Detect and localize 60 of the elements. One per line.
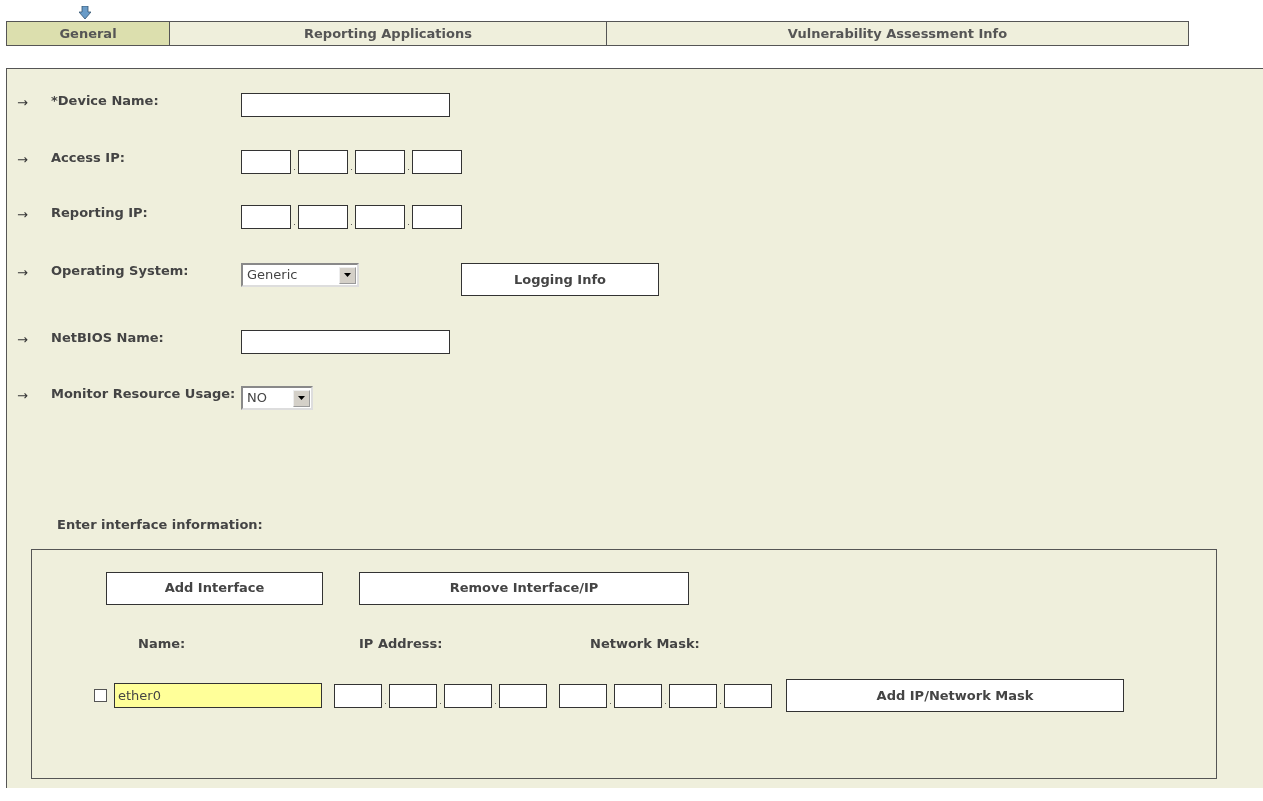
ip-octet-field[interactable]: [241, 150, 291, 174]
column-header: Network Mask:: [590, 634, 701, 653]
separator-dot: .: [406, 217, 411, 229]
separator-dot: .: [292, 217, 297, 229]
arrow-icon: →: [17, 205, 51, 225]
field-label: NetBIOS Name:: [51, 330, 165, 346]
ip-octet-field[interactable]: [614, 683, 662, 708]
dropdown[interactable]: Generic: [241, 263, 359, 287]
caret-icon: [298, 396, 305, 400]
column-header: Name:: [138, 634, 187, 653]
separator-dot: .: [349, 217, 354, 229]
text-field[interactable]: [241, 330, 450, 354]
action-button[interactable]: Add Interface: [106, 571, 323, 605]
ip-octet-field[interactable]: [298, 205, 348, 229]
separator-dot: .: [383, 695, 388, 708]
separator-dot: .: [292, 162, 297, 174]
ip-octet-field[interactable]: [389, 683, 437, 708]
tab[interactable]: General: [7, 22, 170, 45]
tab[interactable]: Reporting Applications: [170, 22, 607, 45]
action-button[interactable]: Remove Interface/IP: [359, 571, 689, 605]
field-label: Reporting IP:: [51, 205, 149, 221]
logging-info-button[interactable]: Logging Info: [461, 263, 659, 296]
add-ip-button[interactable]: Add IP/Network Mask: [786, 679, 1124, 712]
ip-octet-field[interactable]: [669, 683, 717, 708]
name-field[interactable]: ether0: [114, 683, 322, 708]
arrow-icon: →: [17, 150, 51, 170]
ip-octet-field[interactable]: [412, 150, 462, 174]
ip-octet-field[interactable]: [499, 683, 547, 708]
arrow-icon: →: [17, 386, 51, 406]
separator-dot: .: [608, 695, 613, 708]
separator-dot: .: [663, 695, 668, 708]
tab[interactable]: Vulnerability Assessment Info: [607, 22, 1188, 45]
field-label: Monitor Resource Usage:: [51, 386, 237, 402]
text-field[interactable]: [241, 93, 450, 117]
arrow-icon: →: [17, 330, 51, 350]
separator-dot: .: [349, 162, 354, 174]
column-header: IP Address:: [359, 634, 444, 653]
ip-octet-field[interactable]: [355, 205, 405, 229]
separator-dot: .: [438, 695, 443, 708]
ip-octet-field[interactable]: [444, 683, 492, 708]
ip-octet-field[interactable]: [724, 683, 772, 708]
checkbox[interactable]: [94, 689, 107, 702]
ip-octet-field[interactable]: [241, 205, 291, 229]
dropdown[interactable]: NO: [241, 386, 313, 410]
separator-dot: .: [718, 695, 723, 708]
ip-octet-field[interactable]: [298, 150, 348, 174]
ip-octet-field[interactable]: [334, 683, 382, 708]
ip-octet-field[interactable]: [412, 205, 462, 229]
separator-dot: .: [406, 162, 411, 174]
field-label: Operating System:: [51, 263, 190, 279]
field-label: Access IP:: [51, 150, 126, 166]
arrow-icon: →: [17, 263, 51, 283]
down-arrow-icon: [79, 6, 91, 19]
field-label: *Device Name:: [51, 93, 160, 109]
arrow-icon: →: [17, 93, 51, 113]
ip-octet-field[interactable]: [355, 150, 405, 174]
separator-dot: .: [493, 695, 498, 708]
caret-icon: [344, 273, 351, 277]
ip-octet-field[interactable]: [559, 683, 607, 708]
section-heading: Enter interface information:: [57, 516, 264, 534]
